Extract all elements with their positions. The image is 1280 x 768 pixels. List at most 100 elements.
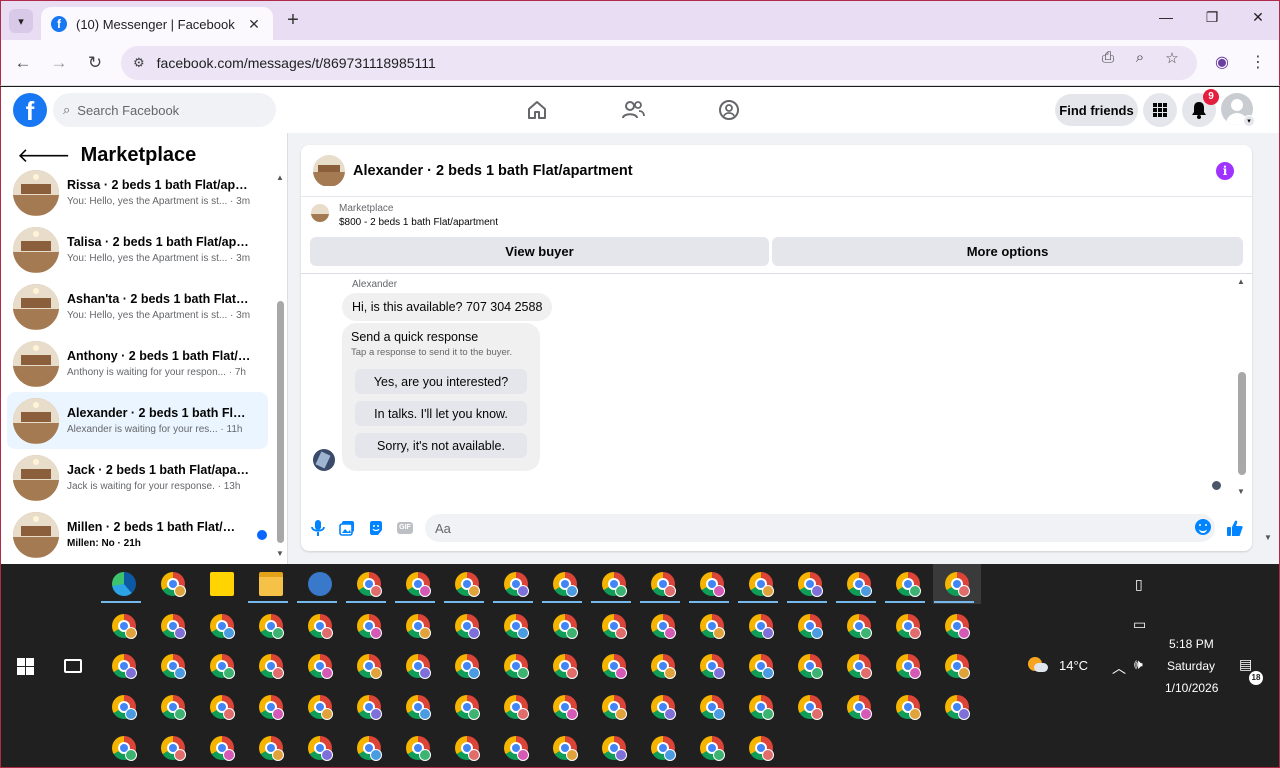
- scroll-up-icon[interactable]: ▲: [1237, 277, 1245, 286]
- chrome-profile-icon[interactable]: [210, 654, 235, 679]
- view-buyer-button[interactable]: View buyer: [310, 237, 769, 266]
- zoom-icon[interactable]: ⌕: [1130, 49, 1150, 66]
- volume-icon[interactable]: 🕪: [1134, 656, 1143, 673]
- listing-thumbnail[interactable]: [313, 154, 345, 187]
- chrome-profile-icon[interactable]: [749, 736, 774, 761]
- action-center-icon[interactable]: ▤: [1239, 656, 1252, 673]
- chrome-profile-icon[interactable]: [798, 572, 823, 597]
- close-window-button[interactable]: ✕: [1243, 9, 1273, 26]
- close-tab-icon[interactable]: ✕: [245, 16, 263, 33]
- chrome-menu-icon[interactable]: ⋮: [1247, 52, 1269, 72]
- install-app-icon[interactable]: ⎙: [1098, 49, 1118, 66]
- friends-icon[interactable]: [620, 97, 646, 123]
- chrome-profile-icon[interactable]: [896, 614, 921, 639]
- conversation-item-active[interactable]: Alexander · 2 beds 1 bath Flat/apartment…: [7, 392, 268, 449]
- chrome-profile-icon[interactable]: [504, 572, 529, 597]
- chrome-profile-icon[interactable]: [700, 695, 725, 720]
- chrome-profile-icon[interactable]: [406, 695, 431, 720]
- more-options-button[interactable]: More options: [772, 237, 1243, 266]
- chrome-profile-icon[interactable]: [553, 614, 578, 639]
- account-caret-icon[interactable]: ▾: [1243, 115, 1255, 127]
- tab-search-button[interactable]: ▾: [9, 9, 33, 33]
- chrome-profile-icon[interactable]: [161, 614, 186, 639]
- chrome-profile-icon[interactable]: [553, 654, 578, 679]
- chrome-profile-icon[interactable]: [161, 695, 186, 720]
- profile-icon[interactable]: ◉: [1211, 52, 1233, 72]
- chrome-profile-icon[interactable]: [455, 695, 480, 720]
- quick-response-button[interactable]: Yes, are you interested?: [355, 369, 527, 394]
- clock-day[interactable]: Saturday: [1167, 659, 1215, 673]
- chrome-profile-icon[interactable]: [259, 695, 284, 720]
- weather-icon[interactable]: [1028, 657, 1048, 672]
- chrome-profile-icon[interactable]: [357, 695, 382, 720]
- scrollbar-thumb[interactable]: [1238, 372, 1246, 475]
- scroll-down-icon[interactable]: ▼: [1237, 487, 1245, 496]
- sticky-notes-icon[interactable]: [210, 572, 234, 596]
- page-scroll-up-icon[interactable]: ▼: [1264, 533, 1272, 542]
- chrome-profile-icon[interactable]: [602, 572, 627, 597]
- forward-button[interactable]: →: [48, 52, 70, 74]
- conversation-item[interactable]: Talisa · 2 beds 1 bath Flat/apartment You…: [7, 221, 268, 278]
- chrome-profile-icon[interactable]: [651, 572, 676, 597]
- chrome-profile-icon[interactable]: [504, 695, 529, 720]
- clock-date[interactable]: 1/10/2026: [1165, 681, 1218, 695]
- file-explorer-icon[interactable]: [259, 572, 283, 596]
- windows-start-icon[interactable]: [17, 658, 34, 675]
- photo-icon[interactable]: [338, 519, 356, 537]
- edge-browser-icon[interactable]: [112, 572, 136, 596]
- home-icon[interactable]: [524, 97, 550, 123]
- chat-title[interactable]: Alexander · 2 beds 1 bath Flat/apartment: [353, 163, 633, 179]
- chrome-profile-icon[interactable]: [210, 614, 235, 639]
- chrome-profile-icon[interactable]: [406, 736, 431, 761]
- chrome-profile-icon[interactable]: [945, 654, 970, 679]
- conversation-item[interactable]: Jack · 2 beds 1 bath Flat/apartment Jack …: [7, 449, 268, 506]
- chrome-profile-icon[interactable]: [847, 572, 872, 597]
- emoji-icon[interactable]: [1195, 519, 1211, 535]
- chrome-profile-icon[interactable]: [112, 614, 137, 639]
- listing-summary[interactable]: Marketplace $800 - 2 beds 1 bath Flat/ap…: [301, 198, 1252, 236]
- chrome-profile-icon[interactable]: [896, 572, 921, 597]
- chrome-profile-icon[interactable]: [259, 614, 284, 639]
- conversation-item[interactable]: Ashan'ta · 2 beds 1 bath Flat/apartment Y…: [7, 278, 268, 335]
- chrome-profile-icon[interactable]: [112, 736, 137, 761]
- chrome-profile-icon[interactable]: [602, 695, 627, 720]
- chrome-profile-icon[interactable]: [651, 614, 676, 639]
- chrome-profile-icon[interactable]: [651, 695, 676, 720]
- restore-button[interactable]: ❐: [1197, 9, 1227, 26]
- chrome-profile-icon[interactable]: [161, 572, 186, 597]
- quick-response-button[interactable]: Sorry, it's not available.: [355, 433, 527, 458]
- chrome-profile-icon[interactable]: [945, 695, 970, 720]
- chrome-profile-icon[interactable]: [553, 736, 578, 761]
- chrome-profile-icon[interactable]: [161, 736, 186, 761]
- app-globe-icon[interactable]: [308, 572, 332, 596]
- chrome-profile-icon[interactable]: [504, 614, 529, 639]
- clock-time[interactable]: 5:18 PM: [1169, 637, 1214, 651]
- chrome-profile-icon[interactable]: [847, 614, 872, 639]
- sender-avatar[interactable]: [313, 449, 335, 471]
- microphone-icon[interactable]: [309, 519, 327, 537]
- groups-icon[interactable]: [716, 97, 742, 123]
- chrome-profile-icon[interactable]: [700, 614, 725, 639]
- chrome-profile-icon[interactable]: [651, 654, 676, 679]
- sticker-icon[interactable]: [367, 519, 385, 537]
- chrome-profile-icon[interactable]: [406, 614, 431, 639]
- chrome-profile-icon[interactable]: [308, 695, 333, 720]
- chrome-profile-icon[interactable]: [798, 695, 823, 720]
- chrome-profile-icon[interactable]: [798, 654, 823, 679]
- info-icon[interactable]: i: [1216, 162, 1234, 180]
- new-tab-button[interactable]: +: [283, 10, 303, 30]
- chrome-profile-icon[interactable]: [847, 695, 872, 720]
- chrome-profile-icon[interactable]: [357, 736, 382, 761]
- chrome-profile-icon[interactable]: [455, 572, 480, 597]
- menu-grid-icon[interactable]: [1143, 93, 1177, 127]
- chrome-profile-icon[interactable]: [504, 736, 529, 761]
- chrome-profile-icon[interactable]: [602, 614, 627, 639]
- chrome-profile-icon[interactable]: [798, 614, 823, 639]
- message-input[interactable]: [425, 514, 1215, 542]
- chrome-profile-icon[interactable]: [112, 654, 137, 679]
- find-friends-button[interactable]: Find friends: [1055, 94, 1138, 126]
- chrome-profile-icon[interactable]: [700, 654, 725, 679]
- chrome-profile-icon[interactable]: [896, 695, 921, 720]
- facebook-logo-icon[interactable]: f: [13, 93, 47, 127]
- phone-link-icon[interactable]: ▯: [1135, 576, 1143, 593]
